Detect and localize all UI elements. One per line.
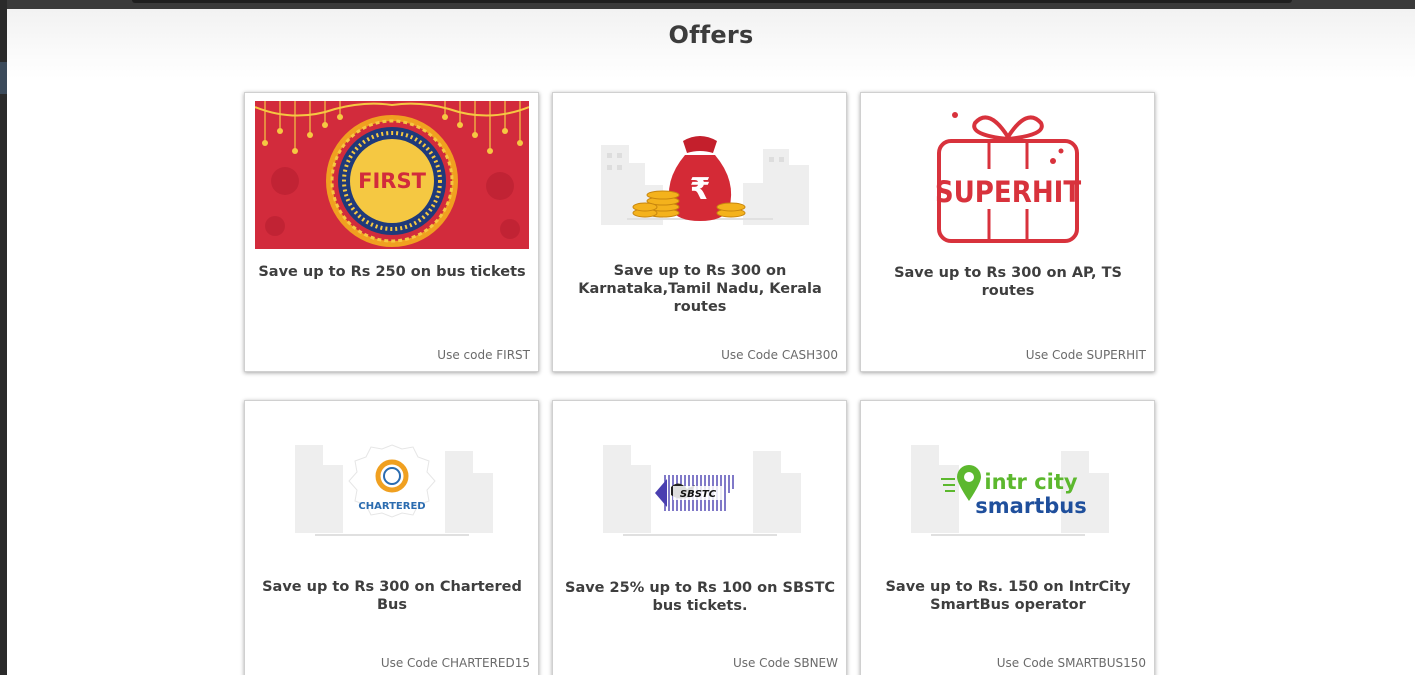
offer-description: Save up to Rs 300 on Karnataka,Tamil Nad… xyxy=(578,263,822,315)
rupee-symbol: ₹ xyxy=(690,172,711,207)
window-left-edge xyxy=(0,0,7,675)
sbstc-logo-icon: SBSTC xyxy=(563,409,837,557)
offer-code: Use code FIRST xyxy=(437,348,530,362)
offers-page: Offers FIRST Save up to Rs 250 on bus ti… xyxy=(7,9,1415,675)
offer-card-smartbus[interactable]: intr city smartbus Save up to Rs. 150 on… xyxy=(860,400,1155,675)
offer-card-cash300[interactable]: ₹ Save up to Rs 300 on Karnataka,Tamil N… xyxy=(552,92,847,372)
superhit-badge-text: SUPERHIT xyxy=(935,175,1082,209)
offer-description: Save up to Rs 300 on Chartered Bus xyxy=(262,579,522,613)
diwali-first-banner-icon: FIRST xyxy=(255,101,529,249)
chartered-logo-text: CHARTERED xyxy=(358,501,425,512)
offer-code: Use Code SUPERHIT xyxy=(1025,348,1146,362)
offer-description: Save up to Rs 300 on AP, TS routes xyxy=(894,265,1122,299)
offer-card-first[interactable]: FIRST Save up to Rs 250 on bus tickets U… xyxy=(244,92,539,372)
offer-description: Save up to Rs 250 on bus tickets xyxy=(258,264,526,280)
intrcity-logo-text: intr city xyxy=(984,470,1078,494)
offer-description: Save 25% up to Rs 100 on SBSTC bus ticke… xyxy=(565,580,835,614)
sbstc-logo-text: SBSTC xyxy=(680,489,717,500)
offer-card-chartered[interactable]: CHARTERED Save up to Rs 300 on Chartered… xyxy=(244,400,539,675)
first-badge-text: FIRST xyxy=(358,169,426,193)
offer-description: Save up to Rs. 150 on IntrCity SmartBus … xyxy=(885,579,1131,613)
browser-top-bar xyxy=(7,0,1415,9)
offer-code: Use Code SMARTBUS150 xyxy=(996,656,1146,670)
gift-box-icon: SUPERHIT xyxy=(871,101,1145,249)
offer-code: Use Code CASH300 xyxy=(721,348,838,362)
chartered-logo-icon: CHARTERED xyxy=(255,409,529,557)
offer-code: Use Code SBNEW xyxy=(732,656,838,670)
top-bar-pill xyxy=(132,0,1292,3)
offer-card-superhit[interactable]: SUPERHIT Save up to Rs 300 on AP, TS rou… xyxy=(860,92,1155,372)
edge-marker xyxy=(0,62,7,94)
page-title: Offers xyxy=(668,21,754,49)
smartbus-logo-text: smartbus xyxy=(975,494,1086,518)
intrcity-smartbus-logo-icon: intr city smartbus xyxy=(871,409,1145,557)
offer-code: Use Code CHARTERED15 xyxy=(380,656,530,670)
offer-card-sbstc[interactable]: SBSTC Save 25% up to Rs 100 on SBSTC bus… xyxy=(552,400,847,675)
rupee-money-bag-icon: ₹ xyxy=(563,101,837,249)
